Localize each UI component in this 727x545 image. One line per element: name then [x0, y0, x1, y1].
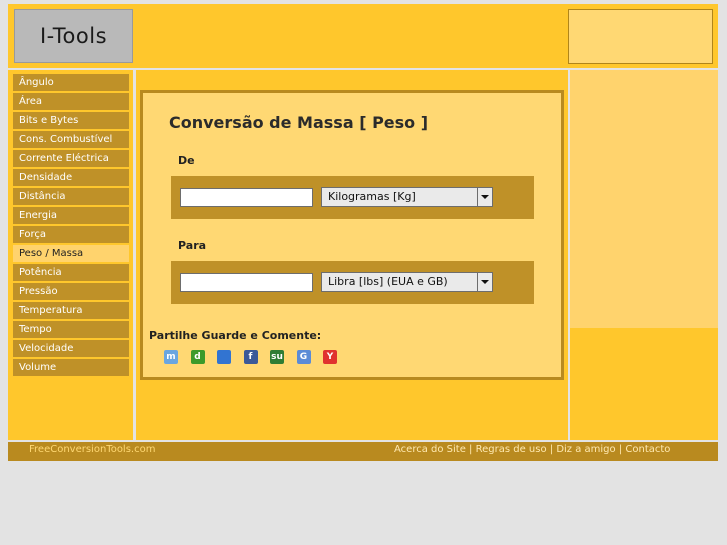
chevron-down-icon[interactable]: [477, 273, 492, 291]
sidebar-item[interactable]: Temperatura: [13, 302, 129, 319]
to-label: Para: [178, 239, 207, 252]
to-value-input[interactable]: [180, 273, 313, 292]
yahoo-icon[interactable]: Y: [323, 350, 337, 364]
chevron-down-icon[interactable]: [477, 188, 492, 206]
footer-site-link[interactable]: FreeConversionTools.com: [29, 444, 155, 455]
sidebar-item[interactable]: Energia: [13, 207, 129, 224]
sidebar-item[interactable]: Cons. Combustível: [13, 131, 129, 148]
footer-separator: |: [615, 444, 626, 455]
facebook-icon[interactable]: f: [243, 350, 258, 364]
sidebar-item[interactable]: Distância: [13, 188, 129, 205]
sidebar-item[interactable]: Tempo: [13, 321, 129, 338]
to-unit-selected: Libra [lbs] (EUA e GB): [328, 275, 448, 288]
page-title: Conversão de Massa [ Peso ]: [169, 113, 429, 132]
delicious-icon[interactable]: [217, 350, 231, 364]
from-unit-select[interactable]: Kilogramas [Kg]: [321, 187, 493, 207]
google-icon[interactable]: G: [296, 350, 311, 364]
sidebar-item[interactable]: Velocidade: [13, 340, 129, 357]
footer-links: Acerca do Site | Regras de uso | Diz a a…: [394, 444, 670, 455]
sidebar-item[interactable]: Corrente Eléctrica: [13, 150, 129, 167]
footer-separator: |: [546, 444, 557, 455]
footer-link-about[interactable]: Acerca do Site: [394, 444, 466, 455]
share-label: Partilhe Guarde e Comente:: [149, 329, 322, 342]
sidebar-item[interactable]: Peso / Massa: [13, 245, 129, 262]
stumbleupon-icon[interactable]: su: [270, 350, 284, 364]
right-ad-box: [570, 70, 718, 328]
from-unit-selected: Kilogramas [Kg]: [328, 190, 416, 203]
digg-icon[interactable]: d: [190, 350, 205, 364]
sidebar-item[interactable]: Densidade: [13, 169, 129, 186]
site-logo[interactable]: I-Tools: [14, 9, 133, 63]
sidebar-item[interactable]: Força: [13, 226, 129, 243]
sidebar-item[interactable]: Bits e Bytes: [13, 112, 129, 129]
to-unit-select[interactable]: Libra [lbs] (EUA e GB): [321, 272, 493, 292]
footer-separator: |: [465, 444, 476, 455]
logo-text: I-Tools: [39, 24, 108, 48]
sidebar-item[interactable]: Volume: [13, 359, 129, 376]
footer-link-terms[interactable]: Regras de uso: [476, 444, 547, 455]
from-value-input[interactable]: [180, 188, 313, 207]
footer-link-tell-friend[interactable]: Diz a amigo: [556, 444, 615, 455]
sidebar-item[interactable]: Ângulo: [13, 74, 129, 91]
from-label: De: [178, 154, 195, 167]
sidebar-item[interactable]: Pressão: [13, 283, 129, 300]
footer-link-contact[interactable]: Contacto: [625, 444, 670, 455]
banner-ad: [568, 9, 713, 64]
sidebar-item[interactable]: Potência: [13, 264, 129, 281]
sidebar-item[interactable]: Área: [13, 93, 129, 110]
meneame-icon[interactable]: m: [164, 350, 178, 364]
